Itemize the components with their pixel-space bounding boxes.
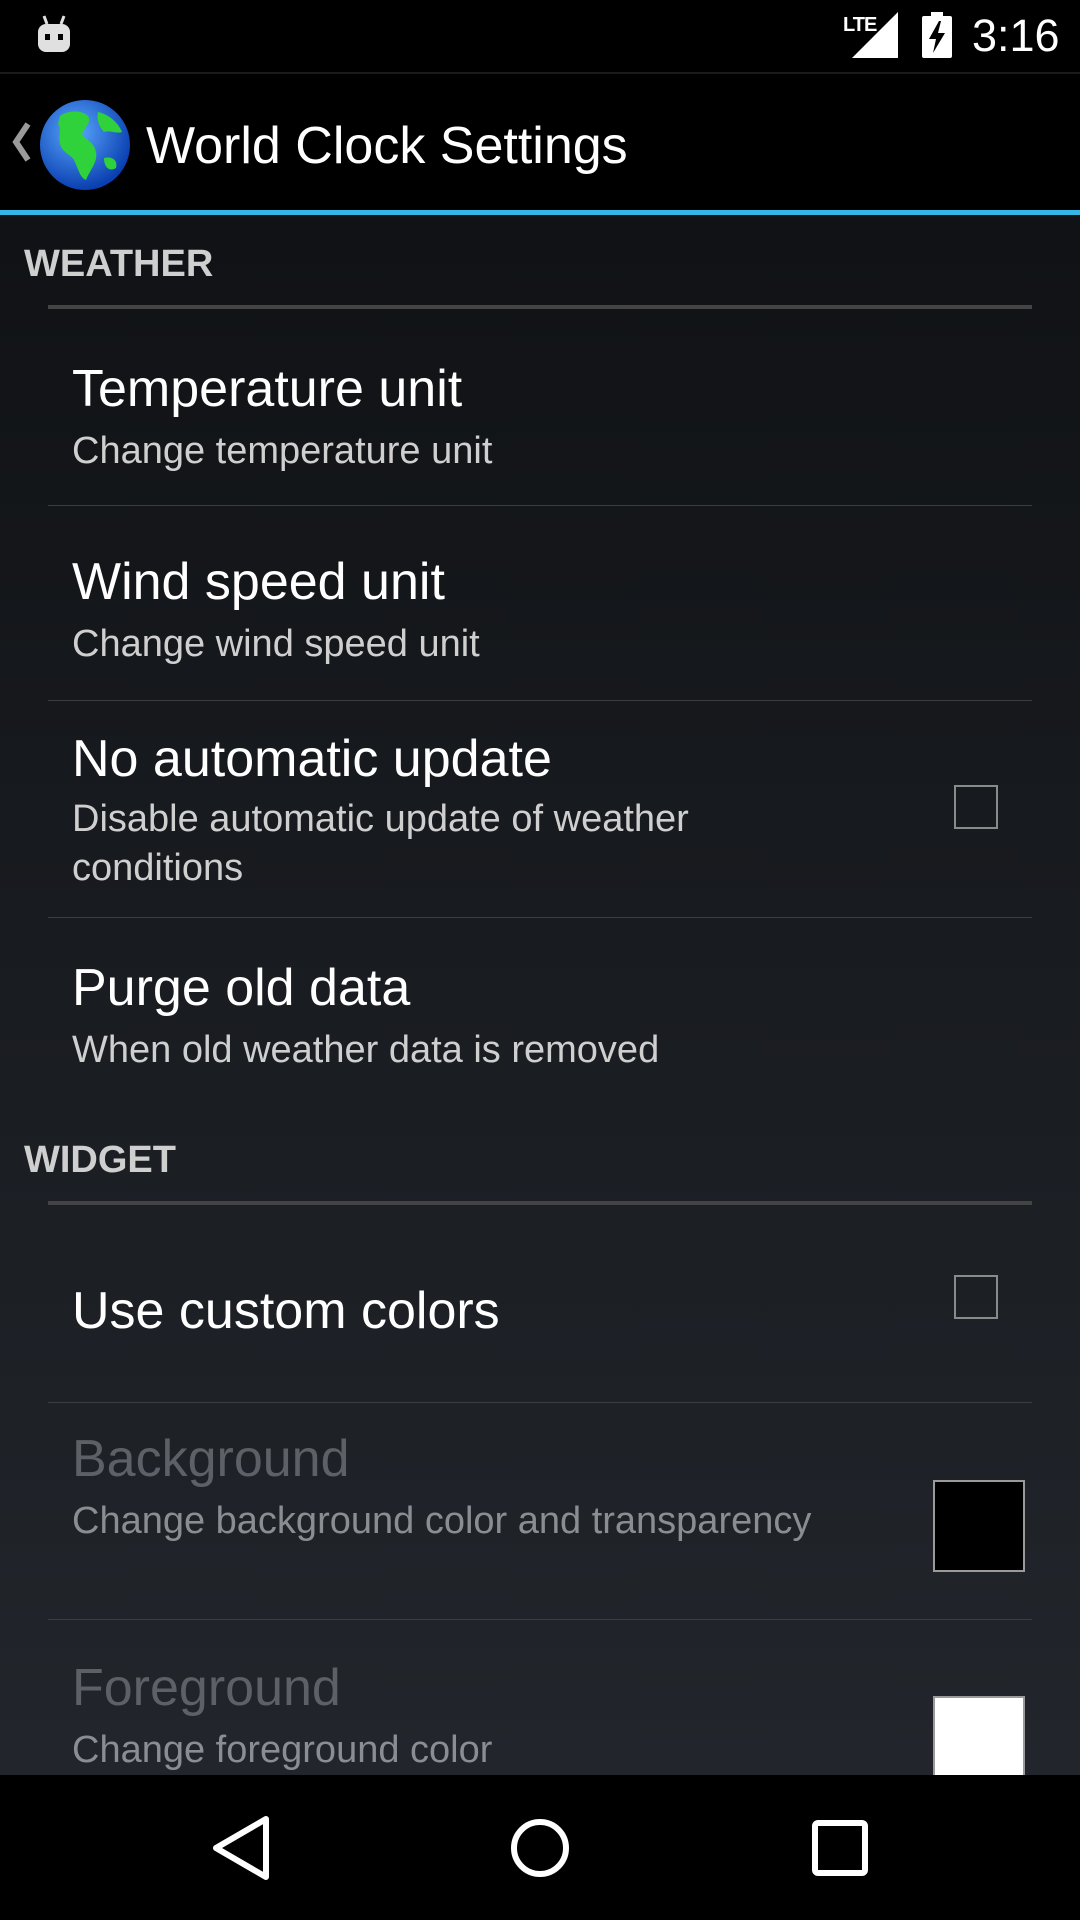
pref-summary: Change temperature unit xyxy=(72,430,493,472)
pref-purge-old-data[interactable]: Purge old data When old weather data is … xyxy=(48,918,1032,1112)
pref-summary: Disable automatic update of weather cond… xyxy=(72,798,689,889)
pref-wind-speed-unit[interactable]: Wind speed unit Change wind speed unit xyxy=(48,506,1032,700)
navigation-bar xyxy=(0,1775,1080,1920)
pref-title: Temperature unit xyxy=(72,360,463,418)
pref-title: Use custom colors xyxy=(72,1282,500,1340)
pref-use-custom-colors[interactable]: Use custom colors xyxy=(48,1205,1032,1379)
pref-temperature-unit[interactable]: Temperature unit Change temperature unit xyxy=(48,309,1032,505)
android-debug-icon xyxy=(38,15,70,52)
screen-title: World Clock Settings xyxy=(146,117,628,175)
pref-title: Purge old data xyxy=(72,959,411,1017)
pref-foreground-color[interactable]: Foreground Change foreground color xyxy=(48,1620,1032,1775)
pref-background-color[interactable]: Background Change background color and t… xyxy=(48,1403,1032,1619)
pref-summary: Change wind speed unit xyxy=(72,623,480,665)
pref-summary: Change background color and transparency xyxy=(72,1500,812,1542)
settings-list[interactable]: WEATHER Temperature unit Change temperat… xyxy=(0,215,1080,1775)
battery-charging-icon xyxy=(922,12,952,58)
status-time: 3:16 xyxy=(972,10,1060,61)
pref-title: Wind speed unit xyxy=(72,553,445,611)
pref-summary: Change foreground color xyxy=(72,1729,493,1771)
back-caret-icon[interactable] xyxy=(10,120,34,164)
section-header-widget: WIDGET xyxy=(24,1139,176,1181)
action-bar: World Clock Settings xyxy=(0,72,1080,212)
pref-title: Foreground xyxy=(72,1659,341,1717)
background-color-swatch[interactable] xyxy=(933,1480,1025,1572)
section-header-weather: WEATHER xyxy=(24,243,214,285)
no-automatic-update-checkbox[interactable] xyxy=(954,785,998,829)
signal-icon xyxy=(852,12,898,58)
status-bar: LTE 3:16 xyxy=(0,0,1080,72)
recents-nav-icon[interactable] xyxy=(803,1811,877,1885)
pref-summary: When old weather data is removed xyxy=(72,1029,660,1071)
globe-app-icon[interactable] xyxy=(38,98,132,192)
use-custom-colors-checkbox[interactable] xyxy=(954,1275,998,1319)
pref-title: Background xyxy=(72,1430,350,1488)
back-nav-icon[interactable] xyxy=(204,1811,278,1885)
pref-title: No automatic update xyxy=(72,730,552,788)
foreground-color-swatch[interactable] xyxy=(933,1696,1025,1775)
home-nav-icon[interactable] xyxy=(503,1811,577,1885)
pref-no-automatic-update[interactable]: No automatic update Disable automatic up… xyxy=(48,701,1032,917)
